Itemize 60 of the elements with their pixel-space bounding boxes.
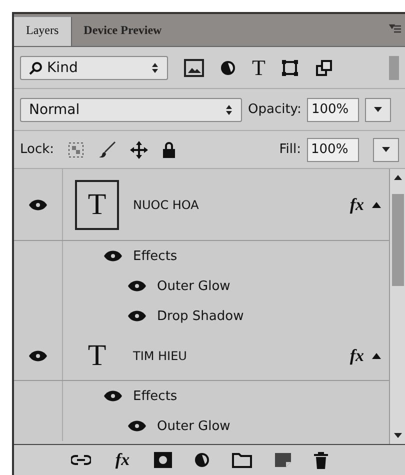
stepper-icon	[225, 104, 233, 116]
layer-thumbnail: T	[75, 180, 119, 230]
eye-icon[interactable]	[103, 390, 123, 402]
fill-field[interactable]: 100%	[307, 138, 359, 162]
effects-label: Effects	[133, 248, 178, 264]
adjustment-icon[interactable]	[194, 452, 210, 468]
eye-icon[interactable]	[127, 420, 147, 432]
image-filter-icon[interactable]	[184, 58, 204, 76]
type-filter-icon[interactable]: T	[252, 56, 266, 78]
eye-icon[interactable]	[127, 310, 147, 322]
filter-kind-dropdown[interactable]: Kind	[20, 56, 168, 80]
panel-menu-icon[interactable]	[389, 23, 401, 35]
effect-name: Outer Glow	[157, 418, 230, 434]
adjustment-filter-icon[interactable]	[220, 60, 236, 76]
layer-thumbnail: T	[86, 338, 108, 374]
scrollbar-thumb[interactable]	[392, 194, 404, 286]
lock-icon[interactable]	[162, 141, 176, 158]
lock-transparency-icon[interactable]	[68, 142, 84, 158]
blend-mode-dropdown[interactable]: Normal	[20, 98, 242, 122]
shape-filter-icon[interactable]	[281, 58, 300, 76]
collapse-arrow-icon[interactable]	[372, 352, 381, 358]
layer-row[interactable]: T TIM HIEU fx	[14, 331, 389, 381]
link-icon[interactable]	[71, 454, 92, 466]
move-icon[interactable]	[130, 140, 148, 158]
fill-dropdown-button[interactable]	[373, 138, 399, 162]
eye-icon[interactable]	[28, 198, 48, 210]
effects-fx-label: fx	[350, 346, 364, 366]
layer-name: TIM HIEU	[133, 348, 188, 362]
folder-icon[interactable]	[232, 452, 252, 468]
new-layer-icon[interactable]	[274, 452, 292, 468]
fill-label: Fill:	[279, 142, 301, 157]
layer-row[interactable]: T NUOC HOA fx	[14, 169, 389, 241]
panel-tab[interactable]: Device Preview	[72, 17, 174, 46]
effect-name: Drop Shadow	[157, 308, 244, 324]
brush-icon[interactable]	[98, 140, 116, 158]
opacity-field[interactable]: 100%	[307, 98, 360, 122]
lock-label: Lock:	[20, 142, 54, 157]
eye-icon[interactable]	[127, 280, 147, 292]
caret-icon	[382, 147, 390, 152]
trash-icon[interactable]	[314, 452, 328, 468]
effect-name: Outer Glow	[157, 278, 230, 294]
scroll-up-icon[interactable]	[394, 175, 402, 180]
caret-icon	[374, 107, 382, 112]
eye-icon[interactable]	[28, 350, 48, 362]
collapse-arrow-icon[interactable]	[372, 202, 381, 208]
smart-object-filter-icon[interactable]	[315, 58, 334, 76]
search-icon	[29, 60, 43, 74]
eye-icon[interactable]	[103, 250, 123, 262]
scrollbar[interactable]	[389, 169, 405, 444]
opacity-dropdown-button[interactable]	[365, 98, 392, 122]
stepper-icon	[151, 62, 159, 74]
filter-toggle[interactable]	[389, 56, 399, 80]
panel-tab[interactable]: Layers	[14, 17, 72, 46]
opacity-label: Opacity:	[248, 102, 302, 117]
layer-name: NUOC HOA	[133, 198, 200, 212]
effects-label: Effects	[133, 388, 178, 404]
scroll-down-icon[interactable]	[394, 433, 402, 438]
effects-fx-label: fx	[350, 194, 364, 214]
add-style-button[interactable]: fx	[113, 450, 132, 470]
mask-icon[interactable]	[154, 452, 172, 468]
